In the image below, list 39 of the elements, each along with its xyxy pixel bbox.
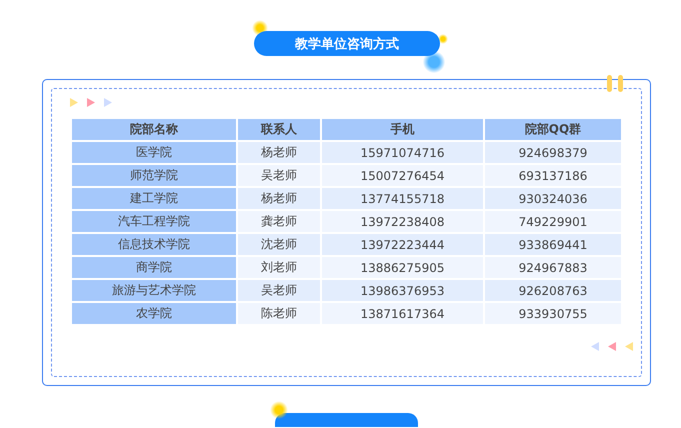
column-header: 手机 <box>321 118 484 141</box>
table-cell: 13972238408 <box>321 210 484 233</box>
column-header: 联系人 <box>237 118 321 141</box>
table-cell: 吴老师 <box>237 164 321 187</box>
table-cell: 信息技术学院 <box>71 233 237 256</box>
section-title: 教学单位咨询方式 <box>254 31 440 56</box>
table-cell: 建工学院 <box>71 187 237 210</box>
table-cell: 商学院 <box>71 256 237 279</box>
table-cell: 汽车工程学院 <box>71 210 237 233</box>
table-cell: 13774155718 <box>321 187 484 210</box>
table-cell: 15971074716 <box>321 141 484 164</box>
bars-decoration <box>607 75 623 92</box>
column-header: 院部名称 <box>71 118 237 141</box>
table-cell: 693137186 <box>484 164 622 187</box>
table-cell: 924967883 <box>484 256 622 279</box>
table-cell: 吴老师 <box>237 279 321 302</box>
table-cell: 926208763 <box>484 279 622 302</box>
table-cell: 杨老师 <box>237 141 321 164</box>
table-cell: 医学院 <box>71 141 237 164</box>
table-cell: 13972223444 <box>321 233 484 256</box>
table-cell: 农学院 <box>71 302 237 325</box>
table-cell: 13871617364 <box>321 302 484 325</box>
table-cell: 旅游与艺术学院 <box>71 279 237 302</box>
table-cell: 933869441 <box>484 233 622 256</box>
table-cell: 沈老师 <box>237 233 321 256</box>
table-cell: 749229901 <box>484 210 622 233</box>
table-cell: 13886275905 <box>321 256 484 279</box>
column-header: 院部QQ群 <box>484 118 622 141</box>
table-cell: 933930755 <box>484 302 622 325</box>
table-cell: 师范学院 <box>71 164 237 187</box>
table-cell: 924698379 <box>484 141 622 164</box>
table-cell: 龚老师 <box>237 210 321 233</box>
table-cell: 15007276454 <box>321 164 484 187</box>
table-cell: 13986376953 <box>321 279 484 302</box>
table-cell: 刘老师 <box>237 256 321 279</box>
table-cell: 杨老师 <box>237 187 321 210</box>
table-cell: 陈老师 <box>237 302 321 325</box>
table-cell: 930324036 <box>484 187 622 210</box>
glow-dot-decoration <box>438 34 448 44</box>
